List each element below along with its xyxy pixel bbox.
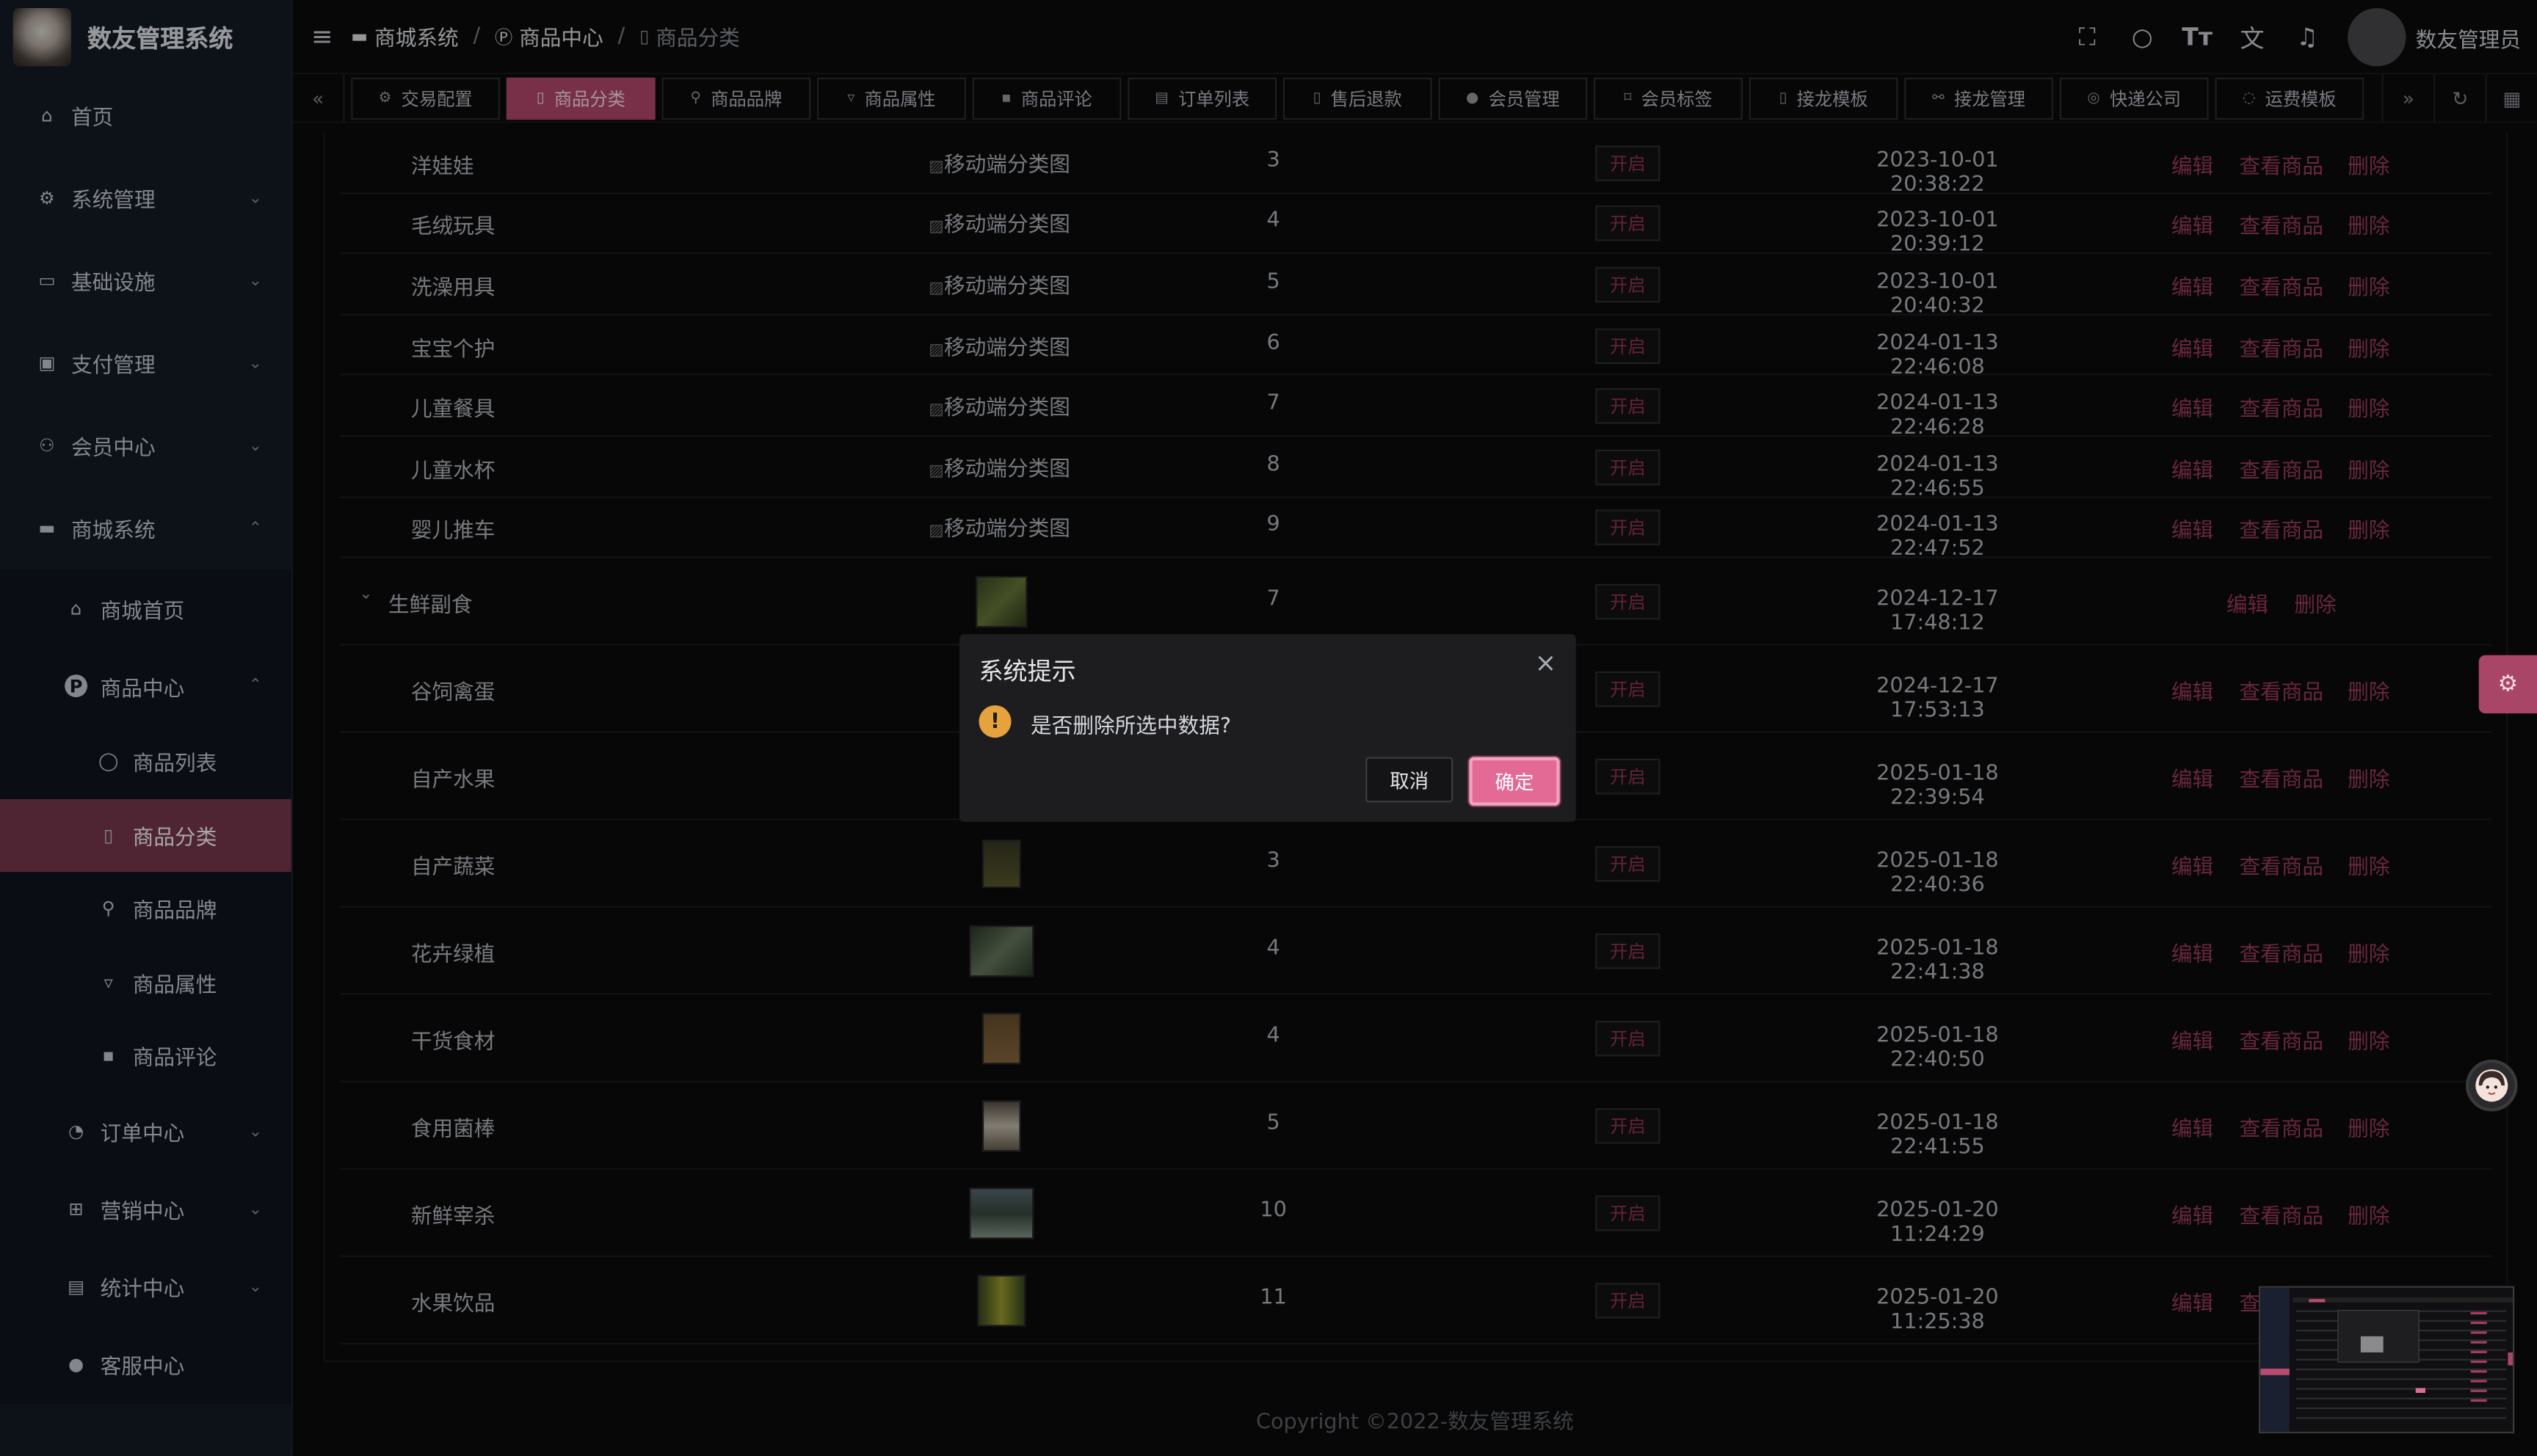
girl-avatar-icon bbox=[2475, 1069, 2508, 1102]
gear-icon: ⚙ bbox=[2497, 671, 2519, 698]
warning-icon: ! bbox=[979, 705, 1012, 738]
confirm-dialog: 系统提示 × ! 是否删除所选中数据? 取消 确定 bbox=[959, 634, 1576, 822]
settings-float-button[interactable]: ⚙ bbox=[2478, 655, 2537, 714]
cancel-button[interactable]: 取消 bbox=[1365, 757, 1453, 803]
dialog-message: 是否删除所选中数据? bbox=[1031, 715, 1232, 740]
customer-service-avatar[interactable] bbox=[2466, 1059, 2518, 1112]
confirm-button[interactable]: 确定 bbox=[1469, 757, 1560, 806]
dialog-title: 系统提示 bbox=[979, 656, 1076, 686]
close-icon[interactable]: × bbox=[1535, 647, 1557, 678]
minimap-thumbnail bbox=[2260, 1287, 2513, 1432]
page-minimap bbox=[2258, 1286, 2515, 1434]
